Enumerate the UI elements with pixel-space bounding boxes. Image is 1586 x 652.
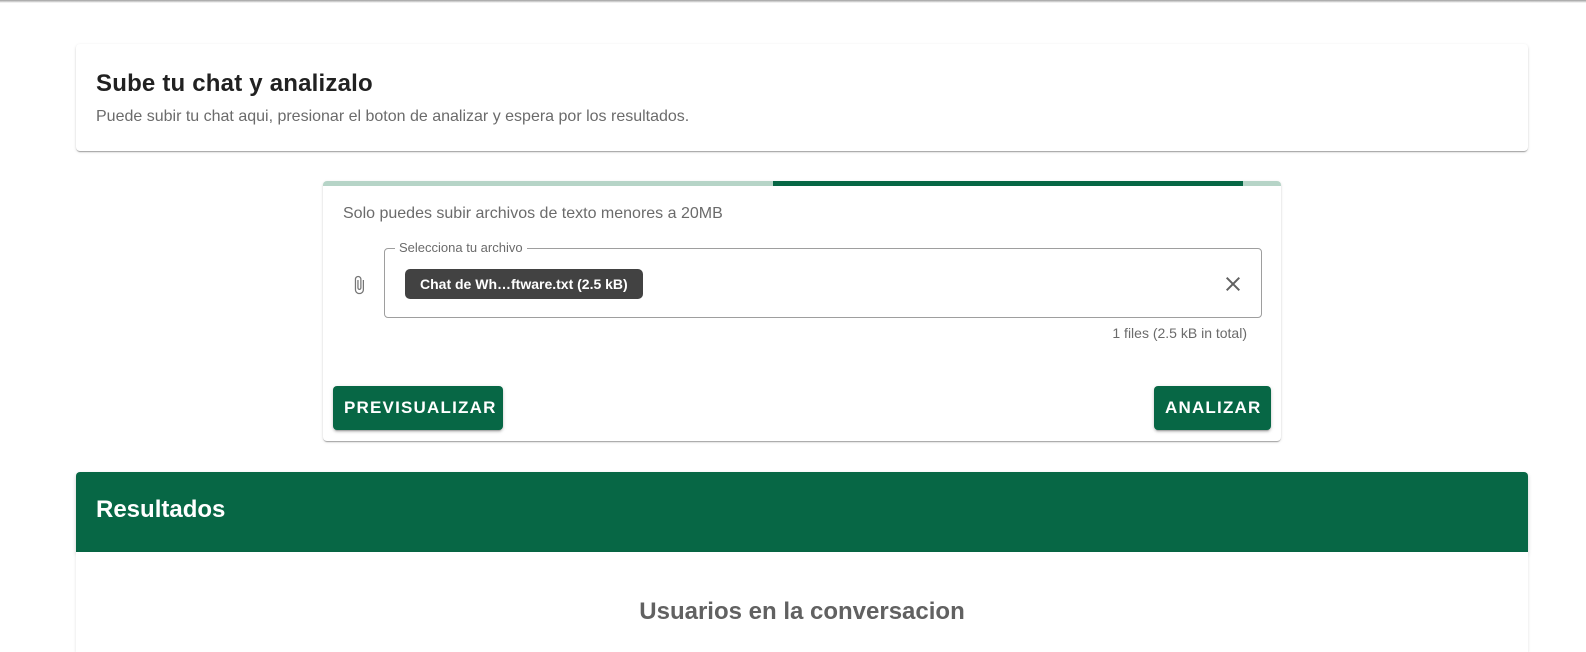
file-input[interactable]: Selecciona tu archivo Chat de Wh…ftware.…: [384, 240, 1262, 318]
analyze-button[interactable]: Analizar: [1154, 386, 1271, 430]
results-title: Resultados: [96, 496, 226, 523]
page-title: Sube tu chat y analizalo: [96, 70, 373, 97]
file-chip: Chat de Wh…ftware.txt (2.5 kB): [405, 269, 643, 299]
paperclip-icon[interactable]: [349, 269, 369, 301]
upload-progress-track: [323, 181, 1281, 186]
upload-progress-fill: [773, 181, 1243, 186]
page-subtitle: Puede subir tu chat aqui, presionar el b…: [96, 108, 690, 125]
file-summary: 1 files (2.5 kB in total): [1112, 325, 1247, 341]
intro-card: Sube tu chat y analizalo Puede subir tu …: [76, 44, 1528, 151]
results-body: Usuarios en la conversacion: [76, 552, 1528, 652]
upload-hint: Solo puedes subir archivos de texto meno…: [343, 205, 723, 222]
preview-button[interactable]: Previsualizar: [333, 386, 503, 430]
upload-card: Solo puedes subir archivos de texto meno…: [323, 181, 1281, 441]
users-section-title: Usuarios en la conversacion: [639, 598, 965, 625]
results-header: Resultados: [76, 472, 1528, 552]
top-shadow: [0, 0, 1586, 3]
file-input-label: Selecciona tu archivo: [395, 240, 527, 256]
close-icon[interactable]: [1221, 272, 1245, 296]
